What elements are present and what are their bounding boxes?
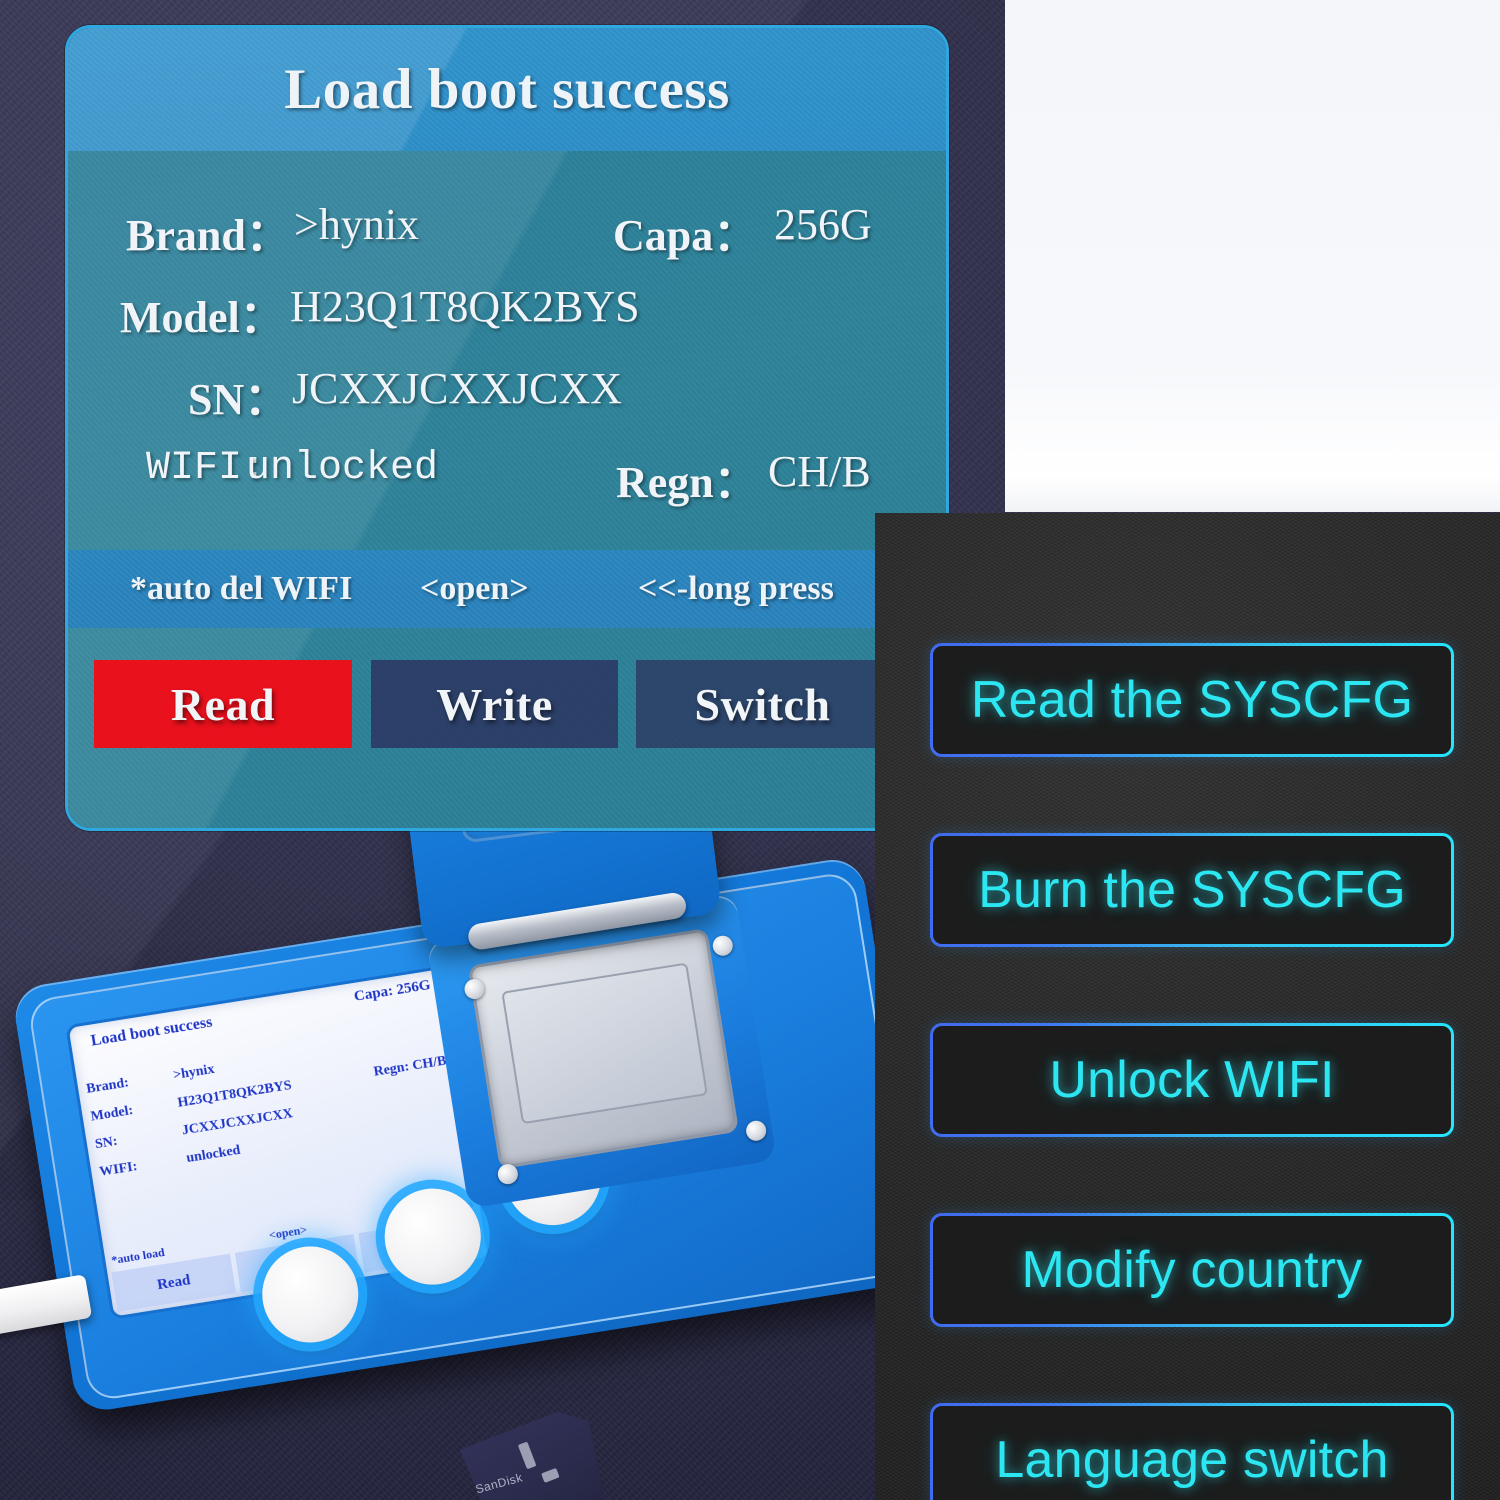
- regn-value: CH/B: [768, 447, 871, 496]
- lcd-wifi-value: unlocked: [185, 1142, 242, 1167]
- switch-button[interactable]: Switch: [636, 660, 889, 748]
- capa-value: 256G: [774, 200, 872, 249]
- device-info-grid: Brand： >hynix Capa： 256G Model： H23Q1T8Q…: [68, 151, 946, 531]
- write-button[interactable]: Write: [371, 660, 618, 748]
- device-chip-socket: [467, 927, 740, 1170]
- regn-label: Regn：: [616, 458, 758, 507]
- sn-value: JCXXJCXXJCXX: [292, 364, 623, 413]
- model-label: Model：: [120, 293, 284, 342]
- page-title: Load boot success: [284, 58, 730, 121]
- status-open: <open>: [420, 570, 529, 607]
- feature-menu-panel: Read the SYSCFG Burn the SYSCFG Unlock W…: [875, 513, 1500, 1500]
- status-long-press: <<-long press: [638, 570, 834, 607]
- lcd-open: <open>: [267, 1222, 308, 1243]
- ui-button-row: Read Write Switch: [68, 660, 946, 748]
- read-button[interactable]: Read: [94, 660, 352, 748]
- model-value: H23Q1T8QK2BYS: [290, 282, 640, 331]
- programmer-ui-screen: Load boot success Brand： >hynix Capa： 25…: [65, 25, 949, 831]
- menu-item-read-syscfg[interactable]: Read the SYSCFG: [930, 643, 1454, 757]
- menu-item-label: Unlock WIFI: [1049, 1051, 1335, 1109]
- lcd-regn-value: CH/B: [411, 1053, 448, 1074]
- lcd-capa-label: Capa:: [352, 982, 395, 1005]
- lcd-brand-value: >hynix: [172, 1061, 216, 1084]
- lcd-model-label: Model:: [89, 1103, 135, 1125]
- status-bar: *auto del WIFI <open> <<-long press: [68, 550, 946, 628]
- lcd-sn-label: SN:: [94, 1133, 119, 1153]
- white-backdrop-panel: [1005, 0, 1500, 512]
- menu-item-language-switch[interactable]: Language switch: [930, 1403, 1454, 1500]
- menu-item-label: Burn the SYSCFG: [978, 861, 1406, 919]
- menu-item-label: Read the SYSCFG: [970, 671, 1414, 729]
- brand-label: Brand：: [126, 211, 290, 260]
- wifi-value: unlocked: [246, 446, 439, 491]
- lcd-capa: Capa: 256G: [353, 977, 432, 1006]
- lcd-capa-value: 256G: [395, 977, 432, 999]
- menu-item-label: Modify country: [1021, 1241, 1363, 1299]
- screenshot-root: Load boot success Capa: 256G Brand: >hyn…: [0, 0, 1500, 1500]
- menu-item-modify-country[interactable]: Modify country: [930, 1213, 1454, 1327]
- brand-value: >hynix: [294, 200, 420, 249]
- lcd-model-value: H23Q1T8QK2BYS: [176, 1077, 293, 1111]
- menu-item-unlock-wifi[interactable]: Unlock WIFI: [930, 1023, 1454, 1137]
- status-auto-del-wifi: *auto del WIFI: [130, 570, 353, 607]
- lcd-regn: Regn: CH/B: [373, 1053, 448, 1080]
- capa-label: Capa：: [613, 211, 758, 260]
- lcd-wifi-label: WIFI:: [98, 1159, 139, 1180]
- menu-item-burn-syscfg[interactable]: Burn the SYSCFG: [930, 833, 1454, 947]
- lcd-sn-value: JCXXJCXXJCXX: [180, 1106, 294, 1139]
- lcd-regn-label: Regn:: [372, 1059, 411, 1080]
- lcd-title: Load boot success: [89, 1013, 214, 1050]
- lcd-brand-label: Brand:: [85, 1075, 130, 1097]
- menu-item-label: Language switch: [995, 1431, 1389, 1489]
- sn-label: SN：: [188, 375, 289, 424]
